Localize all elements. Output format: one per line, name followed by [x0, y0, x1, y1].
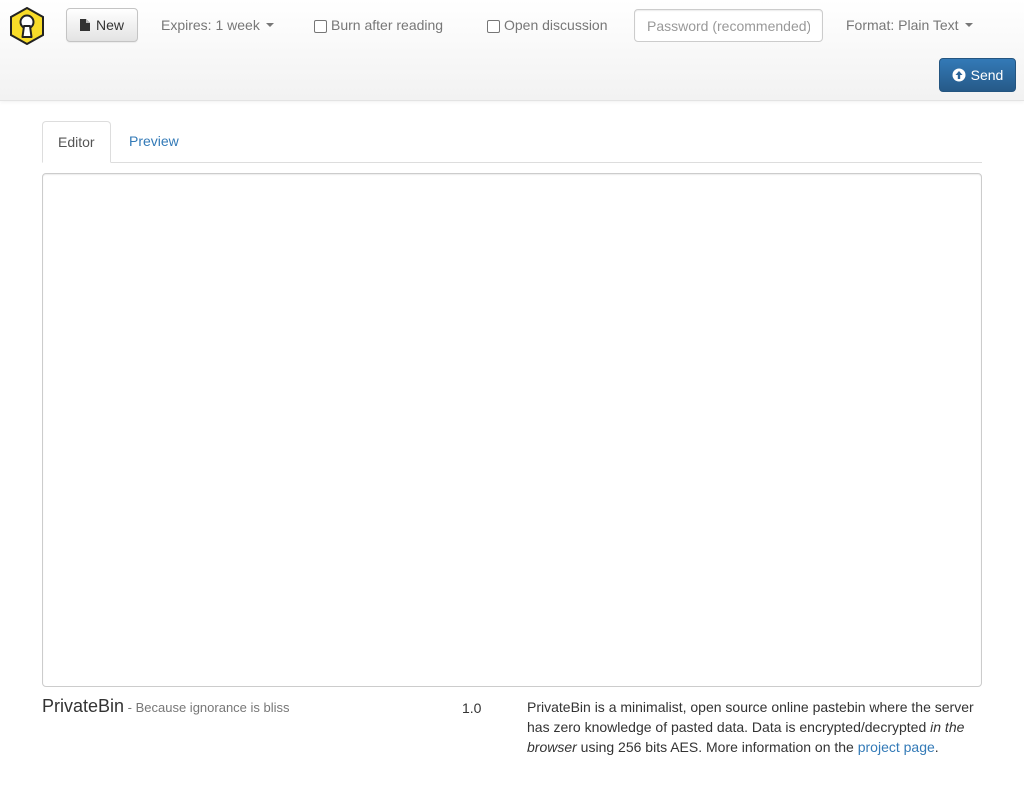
new-button-label: New [95, 17, 124, 33]
about-text-end: . [934, 739, 939, 755]
password-input[interactable] [634, 9, 823, 42]
burn-after-reading-label: Burn after reading [331, 17, 444, 33]
new-button[interactable]: New [66, 8, 138, 42]
open-discussion-label: Open discussion [504, 17, 608, 33]
app-name: PrivateBin [42, 696, 125, 716]
burn-after-reading-option[interactable]: Burn after reading [314, 15, 443, 35]
caret-down-icon [265, 23, 274, 27]
project-page-link[interactable]: project page [858, 739, 935, 755]
about-text: PrivateBin is a minimalist, open source … [527, 697, 987, 757]
paste-textarea[interactable] [42, 173, 982, 687]
privatebin-logo-icon[interactable] [9, 7, 45, 45]
send-button-label: Send [970, 67, 1004, 83]
expiration-dropdown[interactable]: Expires: 1 week [161, 15, 274, 35]
app-version: 1.0 [462, 700, 482, 716]
send-button[interactable]: Send [939, 58, 1016, 92]
format-dropdown[interactable]: Format: Plain Text [846, 15, 973, 35]
tab-preview[interactable]: Preview [114, 121, 194, 163]
editor-tabs: Editor Preview [42, 121, 982, 163]
footer-title: PrivateBin - Because ignorance is bliss [42, 696, 290, 717]
open-discussion-checkbox[interactable] [487, 19, 500, 33]
navbar: New Expires: 1 week Burn after reading O… [0, 0, 1024, 101]
open-discussion-option[interactable]: Open discussion [487, 15, 608, 35]
app-tagline: - Because ignorance is bliss [124, 700, 290, 715]
burn-after-reading-checkbox[interactable] [314, 19, 327, 33]
format-label: Format: Plain Text [846, 17, 959, 33]
expiration-label: Expires: 1 week [161, 17, 260, 33]
circle-arrow-up-icon [952, 68, 966, 82]
about-text-part2: using 256 bits AES. More information on … [576, 739, 858, 755]
about-text-part1: PrivateBin is a minimalist, open source … [527, 699, 974, 735]
tab-editor[interactable]: Editor [42, 121, 111, 163]
caret-down-icon [964, 23, 973, 27]
file-icon [79, 19, 90, 31]
